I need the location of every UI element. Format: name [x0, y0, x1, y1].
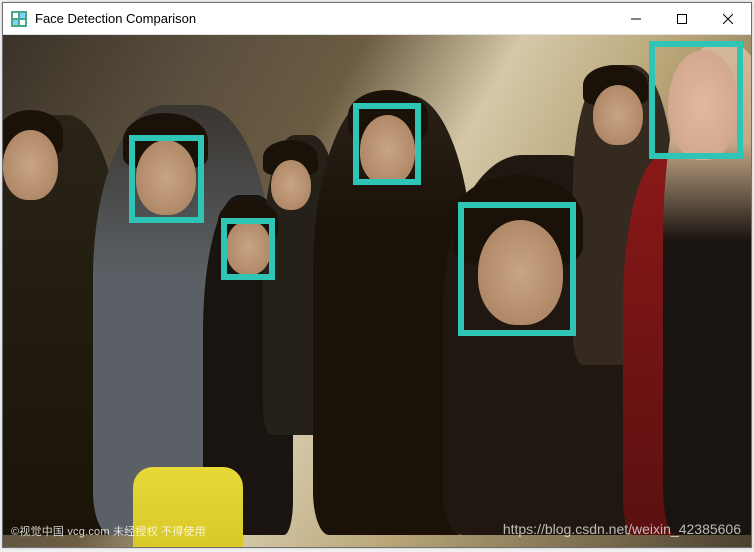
maximize-button[interactable] [659, 3, 705, 35]
face-detection-box [129, 135, 204, 223]
watermark-right: https://blog.csdn.net/weixin_42385606 [503, 521, 741, 537]
face-detection-box [353, 103, 421, 185]
face-shape [271, 160, 311, 210]
close-button[interactable] [705, 3, 751, 35]
window-controls [613, 3, 751, 34]
face-detection-box [649, 41, 743, 159]
window-title: Face Detection Comparison [35, 11, 613, 26]
app-window: Face Detection Comparison [2, 2, 752, 548]
watermark-left: ©视觉中国 vcg.com 未经授权 不得使用 [11, 523, 206, 539]
face-detection-box [221, 218, 275, 280]
image-viewport: ©视觉中国 vcg.com 未经授权 不得使用 https://blog.csd… [3, 35, 751, 547]
minimize-button[interactable] [613, 3, 659, 35]
face-shape [3, 130, 58, 200]
titlebar: Face Detection Comparison [3, 3, 751, 35]
detection-image: ©视觉中国 vcg.com 未经授权 不得使用 https://blog.csd… [3, 35, 751, 547]
face-shape [593, 85, 643, 145]
face-detection-box [458, 202, 576, 336]
app-icon [11, 11, 27, 27]
